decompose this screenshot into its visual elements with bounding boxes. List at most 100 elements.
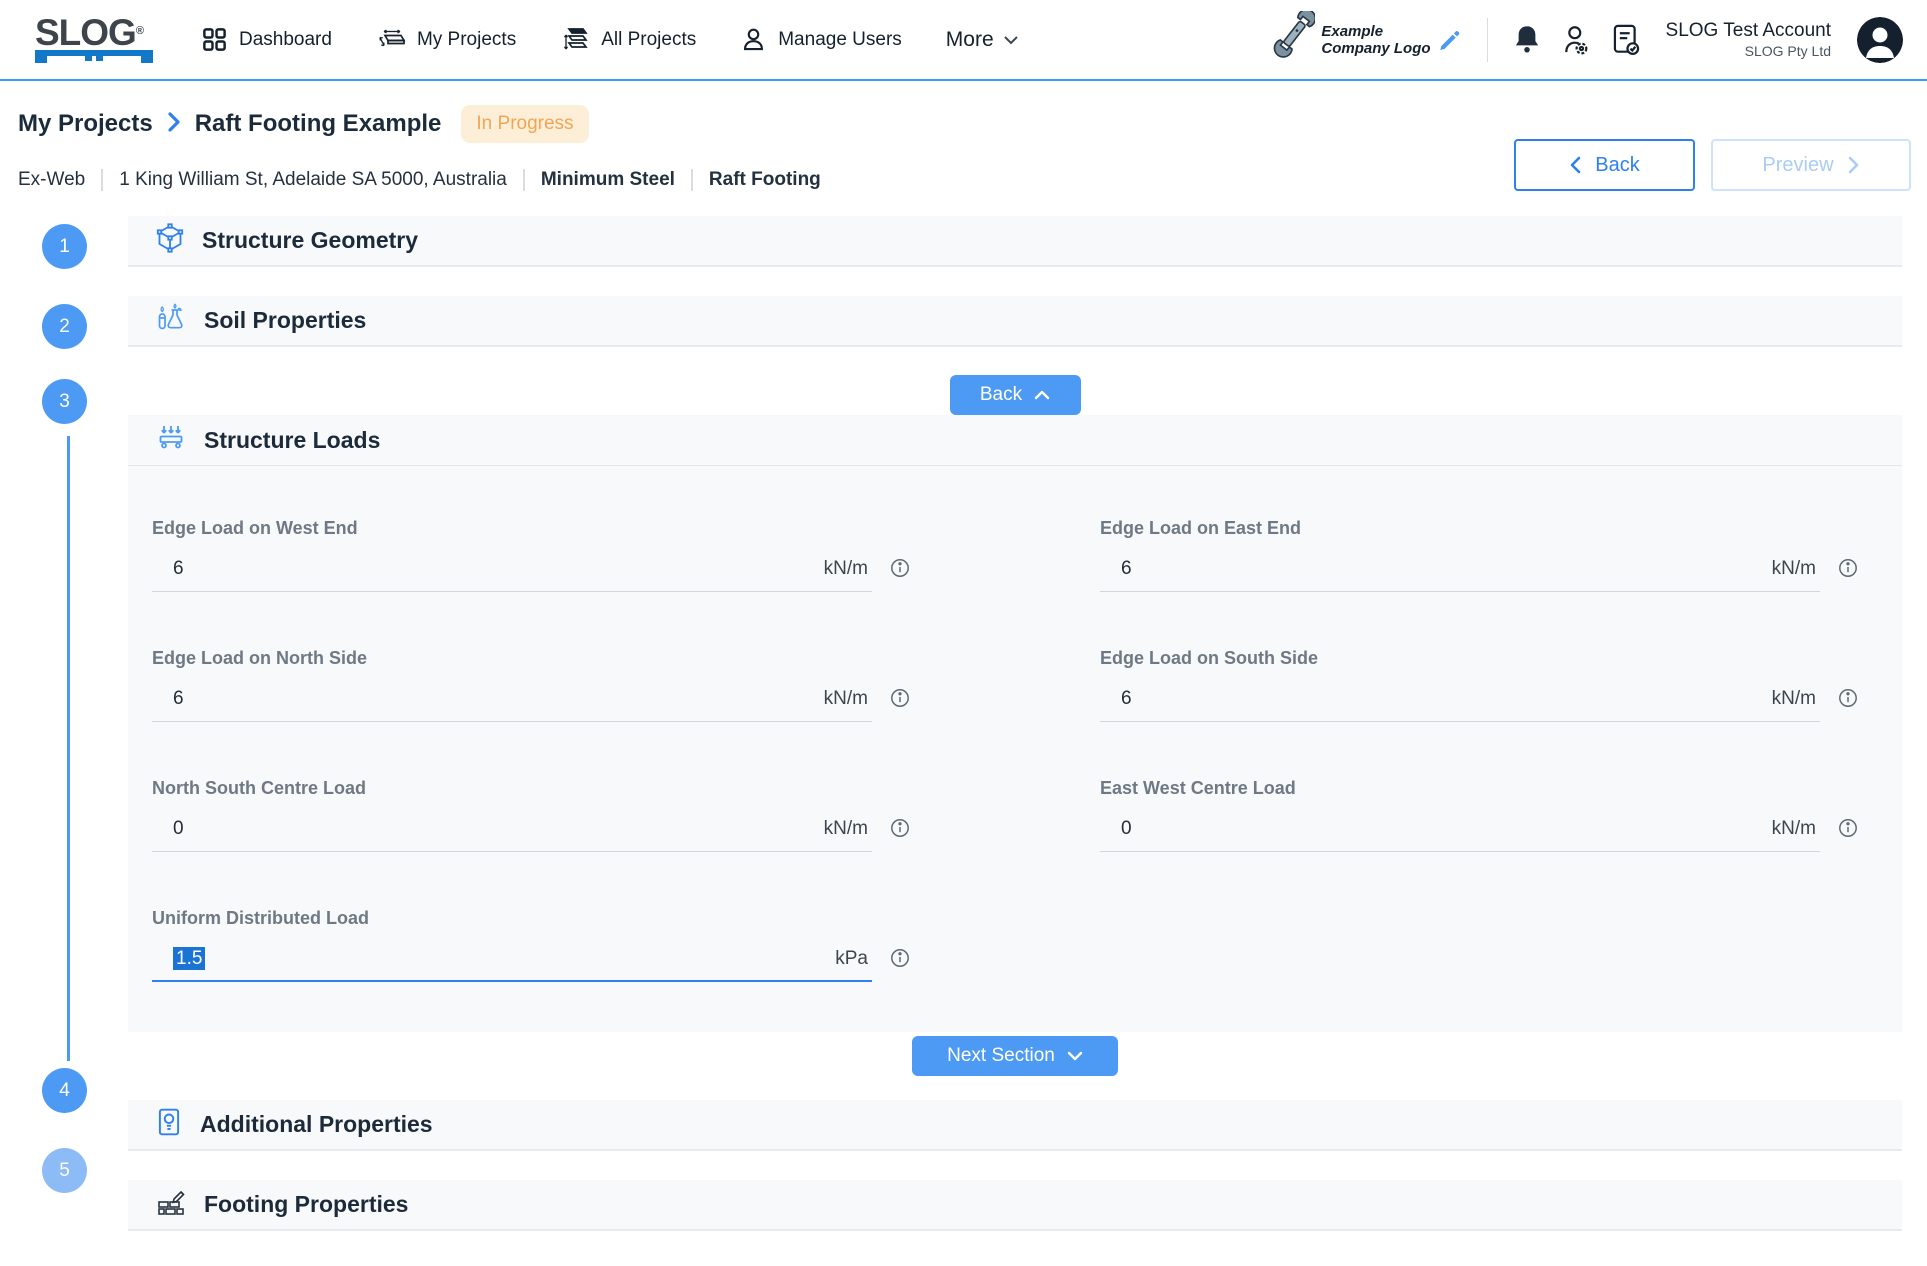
- field-edge-load-north: Edge Load on North Side 6 kN/m: [152, 648, 910, 722]
- edge-load-west-input[interactable]: 6 kN/m: [152, 554, 872, 592]
- wizard-main: 1 2 3 4 5 Structure Geometry: [0, 216, 1927, 1231]
- field-value: 6: [1121, 688, 1772, 710]
- company-logo-text: Example Company Logo: [1321, 23, 1430, 57]
- field-label: Edge Load on West End: [152, 518, 910, 539]
- card-bulb-icon: [156, 1107, 182, 1142]
- info-icon[interactable]: [890, 948, 910, 968]
- nav-manage-users-label: Manage Users: [778, 29, 902, 51]
- section-soil-properties[interactable]: Soil Properties: [128, 296, 1902, 347]
- section-structure-geometry[interactable]: Structure Geometry: [128, 216, 1902, 267]
- slab-icon: [376, 26, 406, 53]
- section-footing-properties[interactable]: Footing Properties: [128, 1180, 1902, 1231]
- field-edge-load-south: Edge Load on South Side 6 kN/m: [1100, 648, 1858, 722]
- top-right-tools: Example Company Logo SLOG Test Account S…: [1269, 11, 1903, 68]
- field-unit: kN/m: [1772, 688, 1816, 710]
- meta-separator: [101, 169, 103, 191]
- registered-mark: ®: [136, 25, 143, 37]
- field-unit: kN/m: [1772, 558, 1816, 580]
- nav-more-label: More: [946, 28, 994, 52]
- top-navigation-bar: SLOG® Dashboard: [0, 0, 1927, 81]
- info-icon[interactable]: [1838, 818, 1858, 838]
- structure-loads-form: Edge Load on West End 6 kN/m Edge Load o…: [128, 466, 1902, 1032]
- field-value: 6: [173, 688, 824, 710]
- field-label: Edge Load on North Side: [152, 648, 910, 669]
- nav-manage-users[interactable]: Manage Users: [740, 26, 902, 53]
- meta-separator: [523, 169, 525, 191]
- breadcrumb-my-projects[interactable]: My Projects: [18, 110, 153, 138]
- section-structure-loads[interactable]: Structure Loads: [128, 415, 1902, 466]
- stepper-rail: 1 2 3 4 5: [0, 216, 128, 1231]
- info-icon[interactable]: [890, 688, 910, 708]
- edit-pencil-icon[interactable]: [1437, 27, 1463, 53]
- header-divider: [1487, 18, 1488, 62]
- account-name: SLOG Test Account: [1666, 19, 1831, 43]
- edge-load-south-input[interactable]: 6 kN/m: [1100, 684, 1820, 722]
- field-edge-load-east: Edge Load on East End 6 kN/m: [1100, 518, 1858, 592]
- breadcrumb: My Projects Raft Footing Example In Prog…: [16, 105, 1911, 143]
- section-title: Structure Loads: [204, 427, 380, 454]
- stacked-slabs-icon: [560, 26, 590, 54]
- info-icon[interactable]: [1838, 558, 1858, 578]
- nav-all-projects-label: All Projects: [601, 29, 696, 51]
- step-2-circle[interactable]: 2: [42, 304, 87, 349]
- loads-icon: [156, 424, 186, 457]
- chevron-right-icon: [167, 111, 181, 138]
- section-structure-loads-panel: Structure Loads Edge Load on West End 6 …: [128, 415, 1902, 1032]
- user-gear-icon[interactable]: [1560, 23, 1592, 57]
- info-icon[interactable]: [890, 818, 910, 838]
- status-badge: In Progress: [461, 105, 588, 143]
- edge-load-east-input[interactable]: 6 kN/m: [1100, 554, 1820, 592]
- dashboard-grid-icon: [201, 26, 228, 53]
- field-unit: kPa: [835, 948, 868, 970]
- step-1-circle[interactable]: 1: [42, 224, 87, 269]
- step-4-circle[interactable]: 4: [42, 1068, 87, 1113]
- east-west-centre-input[interactable]: 0 kN/m: [1100, 814, 1820, 852]
- selected-field-value: 1.5: [173, 947, 205, 970]
- document-check-icon[interactable]: [1610, 22, 1642, 58]
- chevron-left-icon: [1569, 156, 1581, 174]
- chevron-down-icon: [1067, 1051, 1083, 1061]
- account-info: SLOG Test Account SLOG Pty Ltd: [1666, 19, 1831, 60]
- back-button[interactable]: Back: [1514, 139, 1695, 191]
- field-unit: kN/m: [1772, 818, 1816, 840]
- field-value: 0: [173, 818, 824, 840]
- nav-dashboard[interactable]: Dashboard: [201, 26, 332, 53]
- chevron-up-icon: [1034, 390, 1050, 400]
- meta-design-option: Minimum Steel: [541, 169, 675, 191]
- step-3-circle[interactable]: 3: [42, 379, 87, 424]
- field-label: Edge Load on East End: [1100, 518, 1858, 539]
- bell-icon[interactable]: [1512, 23, 1542, 57]
- field-north-south-centre: North South Centre Load 0 kN/m: [152, 778, 910, 852]
- nav-my-projects[interactable]: My Projects: [376, 26, 516, 53]
- soil-test-icon: [156, 303, 186, 338]
- bricks-pencil-icon: [156, 1187, 186, 1222]
- edge-load-north-input[interactable]: 6 kN/m: [152, 684, 872, 722]
- preview-button[interactable]: Preview: [1711, 139, 1911, 191]
- next-section-button[interactable]: Next Section: [912, 1036, 1118, 1076]
- section-title: Soil Properties: [204, 307, 366, 334]
- field-label: Uniform Distributed Load: [152, 908, 910, 929]
- step-5-circle[interactable]: 5: [42, 1148, 87, 1193]
- meta-separator: [691, 169, 693, 191]
- meta-address: 1 King William St, Adelaide SA 5000, Aus…: [119, 169, 507, 191]
- section-additional-properties[interactable]: Additional Properties: [128, 1100, 1902, 1151]
- section-title: Structure Geometry: [202, 227, 418, 254]
- info-icon[interactable]: [1838, 688, 1858, 708]
- user-icon: [740, 26, 767, 53]
- page-title: Raft Footing Example: [195, 110, 442, 138]
- info-icon[interactable]: [890, 558, 910, 578]
- head-actions: Back Preview: [1514, 139, 1911, 191]
- collapse-section-button[interactable]: Back: [950, 375, 1081, 415]
- field-label: Edge Load on South Side: [1100, 648, 1858, 669]
- slog-logo[interactable]: SLOG®: [35, 16, 153, 64]
- nav-all-projects[interactable]: All Projects: [560, 26, 696, 54]
- cube-icon: [156, 223, 184, 258]
- avatar[interactable]: [1857, 17, 1903, 63]
- company-logo[interactable]: Example Company Logo: [1269, 11, 1462, 68]
- uniform-distributed-load-input[interactable]: 1.5 kPa: [152, 944, 872, 982]
- nav-more[interactable]: More: [946, 28, 1019, 52]
- stepper-connector-line: [67, 436, 70, 1061]
- slog-logo-text: SLOG®: [35, 16, 143, 50]
- field-edge-load-west: Edge Load on West End 6 kN/m: [152, 518, 910, 592]
- north-south-centre-input[interactable]: 0 kN/m: [152, 814, 872, 852]
